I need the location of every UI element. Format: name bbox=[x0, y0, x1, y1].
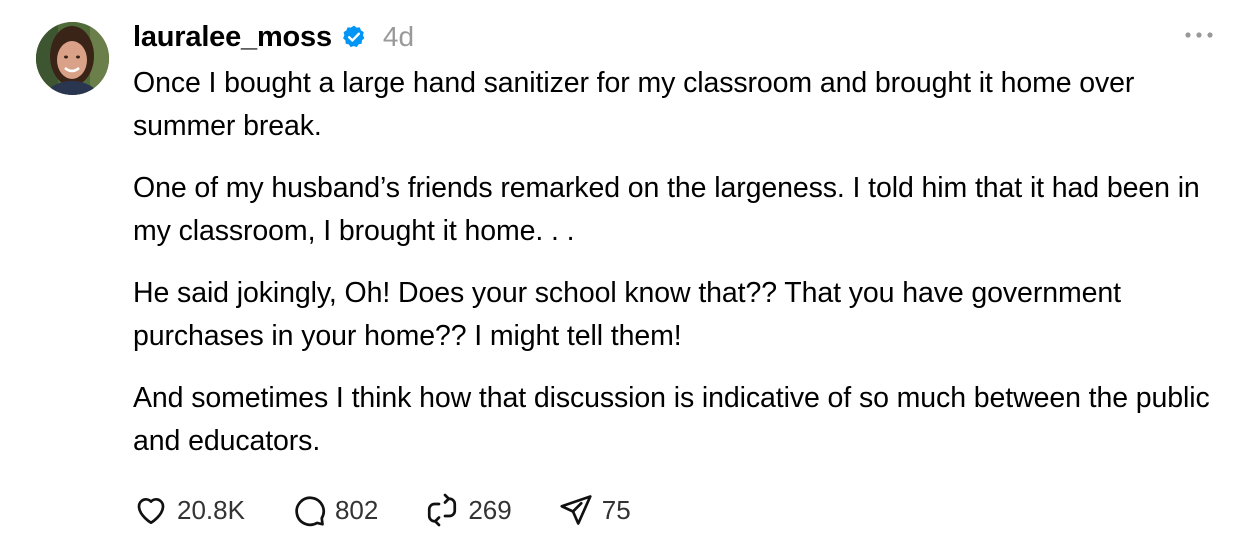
post-body: Once I bought a large hand sanitizer for… bbox=[133, 62, 1213, 463]
verified-badge-icon bbox=[341, 24, 367, 50]
like-count: 20.8K bbox=[177, 494, 245, 525]
post-paragraph: Once I bought a large hand sanitizer for… bbox=[133, 67, 1135, 142]
avatar[interactable] bbox=[36, 22, 109, 95]
share-button[interactable]: 75 bbox=[558, 492, 631, 528]
thread-post: lauralee_moss 4d Once I bought a large h… bbox=[0, 0, 1248, 556]
post-paragraph: One of my husband’s friends remarked on … bbox=[133, 172, 1200, 247]
send-paper-plane-icon bbox=[560, 495, 592, 525]
post-content: lauralee_moss 4d Once I bought a large h… bbox=[133, 16, 1213, 482]
post-paragraph: And sometimes I think how that discussio… bbox=[133, 382, 1210, 457]
repost-count: 269 bbox=[468, 494, 512, 525]
heart-icon bbox=[137, 498, 165, 525]
more-options-icon[interactable] bbox=[1184, 28, 1214, 42]
username[interactable]: lauralee_moss bbox=[133, 21, 332, 54]
action-bar: 20.8K 802 269 75 bbox=[133, 488, 677, 532]
post-header: lauralee_moss 4d bbox=[133, 16, 1213, 58]
repost-button[interactable]: 269 bbox=[424, 492, 512, 528]
comment-bubble-icon bbox=[295, 496, 325, 527]
like-button[interactable]: 20.8K bbox=[133, 492, 245, 528]
post-paragraph: He said jokingly, Oh! Does your school k… bbox=[133, 277, 1121, 352]
post-timestamp: 4d bbox=[382, 21, 415, 52]
repost-icon bbox=[428, 493, 457, 527]
comment-count: 802 bbox=[334, 494, 379, 525]
comment-button[interactable]: 802 bbox=[291, 492, 378, 528]
share-count: 75 bbox=[601, 494, 631, 525]
